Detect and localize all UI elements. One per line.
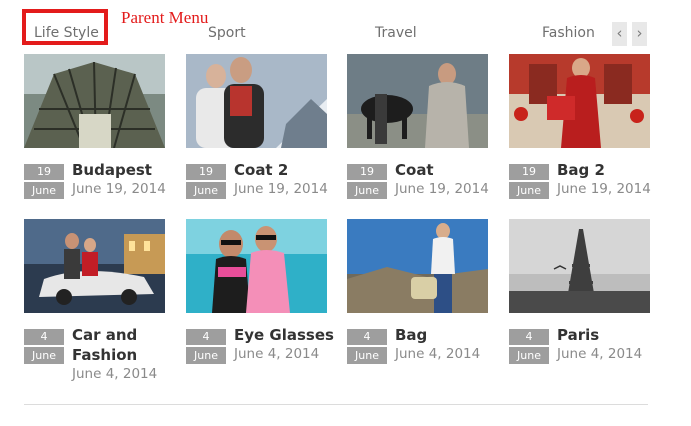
article-title[interactable]: Car and Fashion xyxy=(72,325,142,365)
tab-travel[interactable]: Travel xyxy=(375,25,417,41)
article-card: 4 June Car and Fashion June 4, 2014 xyxy=(24,219,165,382)
date-badge: 19 June xyxy=(186,164,226,199)
article-thumbnail-budapest[interactable] xyxy=(24,54,165,148)
tab-life-style[interactable]: Life Style xyxy=(34,25,99,41)
article-title[interactable]: Coat xyxy=(395,160,495,180)
article-card: 4 June Paris June 4, 2014 xyxy=(509,219,650,364)
date-month: June xyxy=(509,347,549,364)
article-thumbnail-bag[interactable] xyxy=(347,219,488,313)
date-month: June xyxy=(186,182,226,199)
article-card: 4 June Bag June 4, 2014 xyxy=(347,219,488,364)
chevron-right-icon: › xyxy=(636,24,643,42)
date-day: 19 xyxy=(186,164,226,180)
date-badge: 4 June xyxy=(347,329,387,364)
article-date: June 4, 2014 xyxy=(234,346,320,362)
date-day: 4 xyxy=(186,329,226,345)
date-day: 19 xyxy=(509,164,549,180)
article-title[interactable]: Budapest xyxy=(72,160,172,180)
date-day: 4 xyxy=(24,329,64,345)
article-date: June 19, 2014 xyxy=(234,181,328,197)
article-thumbnail-car-and-fashion[interactable] xyxy=(24,219,165,313)
bottom-divider xyxy=(24,404,648,405)
date-month: June xyxy=(186,347,226,364)
tab-sport[interactable]: Sport xyxy=(208,25,246,41)
article-info: Car and Fashion June 4, 2014 xyxy=(72,325,172,383)
date-month: June xyxy=(24,347,64,364)
article-info: Bag June 4, 2014 xyxy=(395,325,495,363)
article-card: 19 June Budapest June 19, 2014 xyxy=(24,54,166,199)
date-badge: 4 June xyxy=(24,329,64,364)
article-info: Paris June 4, 2014 xyxy=(557,325,657,363)
article-date: June 4, 2014 xyxy=(72,366,158,382)
date-day: 4 xyxy=(347,329,387,345)
date-day: 19 xyxy=(24,164,64,180)
date-badge: 4 June xyxy=(186,329,226,364)
article-title[interactable]: Eye Glasses xyxy=(234,325,334,345)
article-title[interactable]: Paris xyxy=(557,325,657,345)
next-button[interactable]: › xyxy=(632,22,647,46)
date-badge: 19 June xyxy=(347,164,387,199)
article-thumbnail-coat-2[interactable] xyxy=(186,54,327,148)
article-date: June 19, 2014 xyxy=(395,181,489,197)
date-day: 19 xyxy=(347,164,387,180)
date-month: June xyxy=(509,182,549,199)
date-month: June xyxy=(347,347,387,364)
article-info: Coat 2 June 19, 2014 xyxy=(234,160,334,198)
article-title[interactable]: Coat 2 xyxy=(234,160,334,180)
article-title[interactable]: Bag xyxy=(395,325,495,345)
article-date: June 19, 2014 xyxy=(72,181,166,197)
article-date: June 19, 2014 xyxy=(557,181,651,197)
date-month: June xyxy=(347,182,387,199)
article-info: Bag 2 June 19, 2014 xyxy=(557,160,657,198)
prev-button[interactable]: ‹ xyxy=(612,22,627,46)
article-info: Budapest June 19, 2014 xyxy=(72,160,172,198)
article-card: 4 June Eye Glasses June 4, 2014 xyxy=(186,219,334,364)
article-title[interactable]: Bag 2 xyxy=(557,160,657,180)
article-card: 19 June Coat 2 June 19, 2014 xyxy=(186,54,328,199)
date-badge: 19 June xyxy=(24,164,64,199)
article-date: June 4, 2014 xyxy=(557,346,643,362)
tab-fashion[interactable]: Fashion xyxy=(542,25,595,41)
article-card: 19 June Coat June 19, 2014 xyxy=(347,54,489,199)
article-thumbnail-coat[interactable] xyxy=(347,54,488,148)
article-date: June 4, 2014 xyxy=(395,346,481,362)
article-thumbnail-bag-2[interactable] xyxy=(509,54,650,148)
date-badge: 19 June xyxy=(509,164,549,199)
article-info: Coat June 19, 2014 xyxy=(395,160,495,198)
article-info: Eye Glasses June 4, 2014 xyxy=(234,325,334,363)
article-thumbnail-paris[interactable] xyxy=(509,219,650,313)
date-month: June xyxy=(24,182,64,199)
date-day: 4 xyxy=(509,329,549,345)
annotation-label: Parent Menu xyxy=(121,8,209,27)
article-card: 19 June Bag 2 June 19, 2014 xyxy=(509,54,651,199)
article-thumbnail-eye-glasses[interactable] xyxy=(186,219,327,313)
chevron-left-icon: ‹ xyxy=(616,24,623,42)
date-badge: 4 June xyxy=(509,329,549,364)
